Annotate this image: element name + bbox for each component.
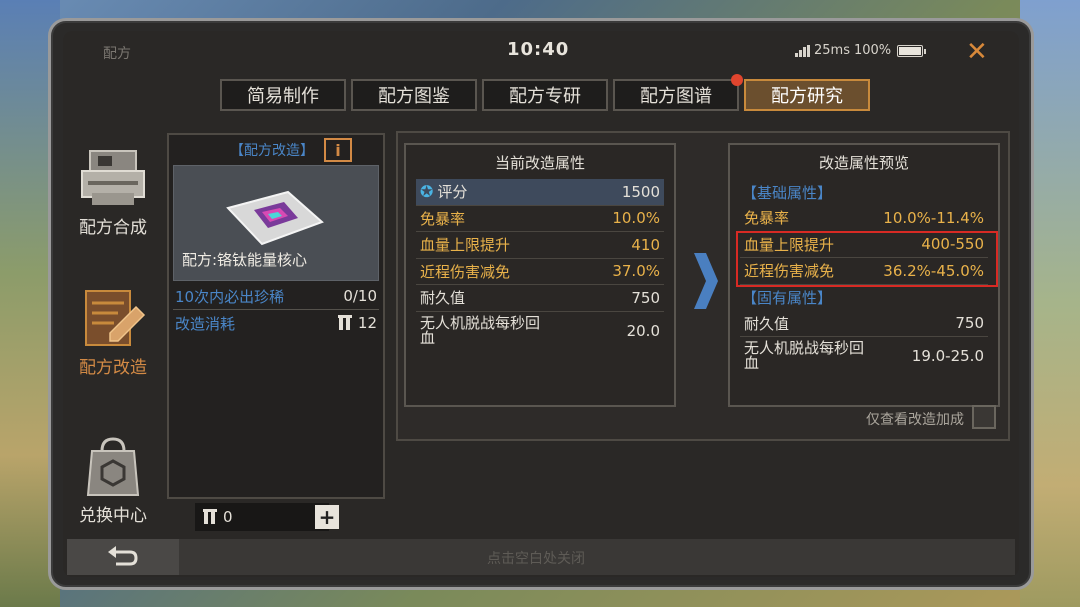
tab-simple-craft[interactable]: 简易制作 bbox=[220, 79, 346, 111]
attribute-row: 免暴率 10.0%-11.4% bbox=[740, 205, 988, 232]
attribute-value: 410 bbox=[631, 235, 660, 254]
preview-attributes-box: 改造属性预览 【基础属性】 免暴率 10.0%-11.4% 血量上限提升 400-5… bbox=[728, 143, 1000, 407]
back-arrow-icon bbox=[108, 546, 138, 566]
signal-icon bbox=[795, 44, 810, 57]
preview-attributes-title: 改造属性预览 bbox=[818, 153, 909, 172]
clock: 10:40 bbox=[507, 39, 570, 60]
info-button[interactable]: i bbox=[324, 138, 352, 162]
attribute-label: 耐久值 bbox=[420, 289, 466, 308]
attribute-value: 37.0% bbox=[612, 262, 660, 281]
attribute-panel: 当前改造属性 ✪ 评分 1500 免暴率 10.0% 血量上限提升 410 近程伤害减… bbox=[396, 131, 1010, 441]
material-icon bbox=[203, 509, 217, 524]
highlight-box bbox=[736, 231, 998, 287]
attribute-label: 耐久值 bbox=[744, 314, 790, 333]
bottom-bar: 点击空白处关闭 bbox=[67, 539, 1015, 575]
attribute-value: 20.0 bbox=[626, 321, 660, 340]
guarantee-label: 10次内必出珍稀 bbox=[175, 287, 285, 306]
attribute-value: 750 bbox=[955, 314, 984, 333]
printer-icon bbox=[78, 147, 148, 209]
material-icon bbox=[337, 315, 352, 330]
attribute-row: 耐久值 750 bbox=[740, 311, 988, 337]
quantity-field[interactable]: 0 bbox=[195, 503, 329, 531]
cost-label: 改造消耗 bbox=[175, 314, 236, 333]
attribute-label: 近程伤害减免 bbox=[420, 262, 511, 281]
status-bar: 25ms 100% bbox=[795, 43, 927, 58]
attribute-row: 耐久值 750 bbox=[416, 285, 664, 312]
panel-header: 【配方改造】 i bbox=[169, 135, 383, 165]
close-hint: 点击空白处关闭 bbox=[487, 551, 585, 567]
recipe-item-name: 配方:铬钛能量核心 bbox=[182, 251, 308, 269]
tab-bar: 简易制作 配方图鉴 配方专研 配方图谱 配方研究 bbox=[220, 74, 870, 111]
attribute-value: 1500 bbox=[621, 182, 660, 201]
cost-row: 改造消耗 12 bbox=[169, 310, 383, 336]
chevron-right-icon bbox=[694, 253, 718, 309]
attribute-value: 750 bbox=[631, 288, 660, 307]
attribute-label: 血量上限提升 bbox=[420, 236, 511, 255]
recipe-item-card[interactable]: 配方:铬钛能量核心 bbox=[173, 165, 379, 281]
basic-attributes-section: 【基础属性】 bbox=[742, 183, 833, 202]
window-title: 配方 bbox=[103, 46, 131, 62]
attribute-row: 无人机脱战每秒回血 20.0 bbox=[416, 312, 664, 350]
guarantee-value: 0/10 bbox=[343, 287, 377, 305]
recipe-window: 配方 10:40 25ms 100% ✕ 简易制作 配方图鉴 配方专研 配方图谱… bbox=[63, 31, 1019, 577]
cost-value: 12 bbox=[357, 314, 377, 332]
sidebar-item-label: 配方改造 bbox=[79, 358, 147, 378]
current-attributes-title: 当前改造属性 bbox=[494, 153, 585, 172]
attribute-label: 免暴率 bbox=[420, 209, 466, 228]
sidebar-item-label: 配方合成 bbox=[79, 218, 147, 238]
shop-bag-icon bbox=[78, 435, 148, 497]
battery-icon bbox=[897, 44, 927, 57]
guarantee-row: 10次内必出珍稀 0/10 bbox=[169, 283, 383, 309]
attribute-row: 免暴率 10.0% bbox=[416, 206, 664, 232]
sidebar-item-label: 兑换中心 bbox=[79, 506, 147, 526]
inherent-attributes-section: 【固有属性】 bbox=[742, 289, 833, 307]
tab-recipe-research[interactable]: 配方研究 bbox=[744, 79, 870, 111]
attribute-label: 无人机脱战每秒回血 bbox=[420, 313, 541, 347]
back-button[interactable] bbox=[67, 539, 179, 575]
recipe-blueprint-icon bbox=[226, 190, 324, 246]
quantity-value: 0 bbox=[223, 508, 233, 526]
tab-recipe-catalog[interactable]: 配方图鉴 bbox=[351, 79, 477, 111]
sidebar-item-recipe-synthesis[interactable]: 配方合成 bbox=[63, 147, 163, 238]
attribute-row: 无人机脱战每秒回血 19.0-25.0 bbox=[740, 337, 988, 375]
attribute-label: 评分 bbox=[437, 183, 468, 202]
tab-recipe-study[interactable]: 配方专研 bbox=[482, 79, 608, 111]
device-frame: 配方 10:40 25ms 100% ✕ 简易制作 配方图鉴 配方专研 配方图谱… bbox=[48, 18, 1034, 590]
attribute-label: 免暴率 bbox=[744, 209, 790, 228]
blueprint-edit-icon bbox=[78, 287, 148, 349]
ping-value: 25ms bbox=[814, 43, 850, 58]
add-quantity-button[interactable]: + bbox=[315, 505, 339, 529]
attribute-row: 血量上限提升 410 bbox=[416, 232, 664, 259]
recipe-modify-panel: 【配方改造】 i 配方:铬钛能量核心 10次内必出珍稀 0/10 改造消耗 12 bbox=[167, 133, 385, 499]
filter-checkbox[interactable] bbox=[972, 405, 996, 429]
filter-label: 仅查看改造加成 bbox=[866, 412, 964, 428]
close-icon[interactable]: ✕ bbox=[966, 37, 988, 67]
attribute-label: 无人机脱战每秒回血 bbox=[744, 339, 865, 372]
sidebar-item-recipe-modify[interactable]: 配方改造 bbox=[63, 287, 163, 378]
attribute-row: 近程伤害减免 37.0% bbox=[416, 259, 664, 285]
attribute-value: 10.0%-11.4% bbox=[883, 208, 984, 227]
tab-recipe-atlas[interactable]: 配方图谱 bbox=[613, 74, 743, 111]
panel-header-label: 【配方改造】 bbox=[230, 143, 314, 159]
score-row: ✪ 评分 1500 bbox=[416, 179, 664, 206]
top-bar: 配方 10:40 25ms 100% ✕ bbox=[63, 31, 1019, 73]
battery-value: 100% bbox=[853, 43, 892, 58]
attribute-value: 19.0-25.0 bbox=[911, 347, 984, 365]
sidebar: 配方合成 配方改造 兑换中心 bbox=[63, 127, 163, 537]
current-attributes-box: 当前改造属性 ✪ 评分 1500 免暴率 10.0% 血量上限提升 410 近程伤害减… bbox=[404, 143, 676, 407]
notification-dot bbox=[731, 74, 743, 86]
attribute-value: 10.0% bbox=[612, 209, 660, 228]
sidebar-item-exchange-center[interactable]: 兑换中心 bbox=[63, 435, 163, 526]
star-icon: ✪ bbox=[420, 182, 434, 202]
